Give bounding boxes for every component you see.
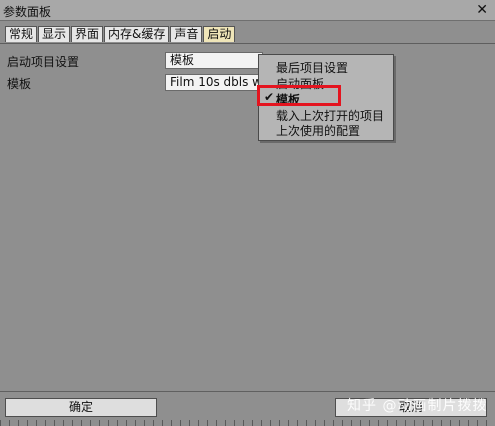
menu-item-last-used-config[interactable]: 上次使用的配置	[276, 122, 360, 139]
tab-general[interactable]: 常规	[5, 26, 38, 42]
tab-display[interactable]: 显示	[38, 26, 71, 42]
tab-divider	[0, 43, 495, 44]
tab-bar: 常规 显示 界面 内存&缓存 声音 启动	[5, 26, 236, 43]
tab-memory-cache[interactable]: 内存&缓存	[104, 26, 170, 42]
template-dropdown[interactable]: Film 10s dbls w	[165, 74, 263, 91]
ok-button[interactable]: 确定	[5, 398, 157, 417]
tab-startup[interactable]: 启动	[203, 26, 236, 42]
tab-sound[interactable]: 声音	[170, 26, 203, 42]
watermark: 知乎 @动画制片拨拨	[347, 398, 488, 414]
footer-divider	[0, 391, 495, 392]
template-label: 模板	[7, 77, 32, 91]
startup-setting-label: 启动项目设置	[7, 55, 80, 69]
startup-setting-dropdown[interactable]: 模板	[165, 52, 263, 69]
tab-interface[interactable]: 界面	[71, 26, 104, 42]
menu-item-last-project-settings[interactable]: 最后项目设置	[276, 59, 348, 76]
timeline-ticks	[0, 420, 495, 426]
window-title: 参数面板	[3, 5, 52, 19]
title-bar: 参数面板 ✕	[0, 0, 495, 21]
highlight-box	[257, 85, 341, 106]
close-icon[interactable]: ✕	[476, 2, 488, 18]
